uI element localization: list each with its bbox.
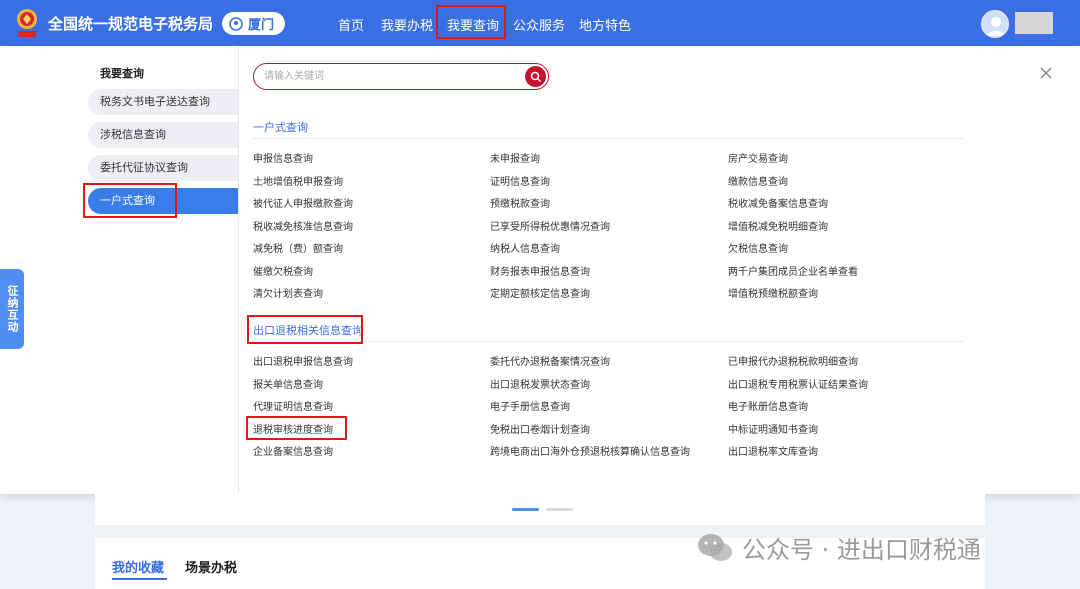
search-button[interactable] [525, 66, 546, 87]
link-arrears-reminder[interactable]: 催缴欠税查询 [253, 263, 313, 278]
link-fixed-quota[interactable]: 定期定额核定信息查询 [490, 285, 590, 300]
link-highlight-box [246, 416, 347, 440]
link-refund-invoice-status[interactable]: 出口退税发票状态查询 [490, 376, 590, 391]
link-exemption-approval[interactable]: 税收减免核准信息查询 [253, 218, 353, 233]
link-vat-prepaid-amount[interactable]: 增值税预缴税额查询 [728, 285, 818, 300]
category-tax-document-delivery[interactable]: 税务文书电子送达查询 [88, 89, 238, 115]
link-tax-arrears-info[interactable]: 欠税信息查询 [728, 240, 788, 255]
watermark-text: 公众号 · 进出口财税通 [742, 536, 981, 564]
link-agent-refund-filing[interactable]: 委托代办退税备案情况查询 [490, 353, 610, 368]
link-land-vat-declaration[interactable]: 土地增值税申报查询 [253, 173, 343, 188]
keyword-search [253, 63, 549, 90]
link-exemption-amount[interactable]: 减免税（费）额查询 [253, 240, 343, 255]
query-category-nav: 我要查询 税务文书电子送达查询 涉税信息查询 委托代征协议查询 一户式查询 [0, 46, 239, 494]
interaction-side-tab[interactable]: 征纳互动 [0, 269, 24, 349]
link-refund-ticket-auth[interactable]: 出口退税专用税票认证结果查询 [728, 376, 868, 391]
nav-local-features[interactable]: 地方特色 [579, 15, 631, 34]
location-pin-icon [229, 16, 243, 31]
query-mega-menu: 我要查询 税务文书电子送达查询 涉税信息查询 委托代征协议查询 一户式查询 一户… [0, 46, 1080, 494]
link-undeclared[interactable]: 未申报查询 [490, 150, 540, 165]
user-name-redacted[interactable] [1015, 12, 1053, 34]
section-title-one-account: 一户式查询 [253, 121, 308, 134]
link-e-account-book[interactable]: 电子账册信息查询 [728, 398, 808, 413]
link-property-transaction[interactable]: 房产交易查询 [728, 150, 788, 165]
tab-my-favorites[interactable]: 我的收藏 [112, 557, 164, 576]
active-tab-underline [112, 578, 167, 580]
link-prepaid-tax[interactable]: 预缴税款查询 [490, 195, 550, 210]
city-selector[interactable]: 厦门 [222, 12, 285, 35]
close-icon[interactable] [1039, 66, 1053, 80]
nav-home[interactable]: 首页 [338, 15, 364, 34]
nav-tax-handling[interactable]: 我要办税 [381, 15, 433, 34]
link-group-member-list[interactable]: 两千户集团成员企业名单查看 [728, 263, 858, 278]
link-cross-border-warehouse[interactable]: 跨境电商出口海外仓预退税核算确认信息查询 [490, 443, 690, 458]
link-financial-statement[interactable]: 财务报表申报信息查询 [490, 263, 590, 278]
category-entrusted-collection[interactable]: 委托代征协议查询 [88, 155, 238, 181]
tab-scenario-tax[interactable]: 场景办税 [185, 557, 237, 576]
link-certificate-info[interactable]: 证明信息查询 [490, 173, 550, 188]
link-customs-declaration[interactable]: 报关单信息查询 [253, 376, 323, 391]
top-bar: 全国统一规范电子税务局 厦门 首页 我要办税 我要查询 公众服务 地方特色 [0, 0, 1080, 46]
wechat-watermark: 公众号 · 进出口财税通 [696, 530, 981, 565]
link-agent-refund-detail[interactable]: 已申报代办退税税款明细查询 [728, 353, 858, 368]
link-vat-exemption-detail[interactable]: 增值税减免税明细查询 [728, 218, 828, 233]
link-tax-free-cigarette-plan[interactable]: 免税出口卷烟计划查询 [490, 421, 590, 436]
user-avatar[interactable] [981, 10, 1009, 38]
link-income-tax-preference[interactable]: 已享受所得税优惠情况查询 [490, 218, 610, 233]
link-export-refund-declaration[interactable]: 出口退税申报信息查询 [253, 353, 353, 368]
link-refund-rate-library[interactable]: 出口退税率文库查询 [728, 443, 818, 458]
nav-public-service[interactable]: 公众服务 [513, 15, 565, 34]
category-tax-info[interactable]: 涉税信息查询 [88, 122, 238, 148]
tax-emblem-logo[interactable] [14, 7, 40, 39]
link-bid-notice[interactable]: 中标证明通知书查询 [728, 421, 818, 436]
user-icon [987, 17, 1005, 36]
link-declaration-info[interactable]: 申报信息查询 [253, 150, 313, 165]
link-taxpayer-info[interactable]: 纳税人信息查询 [490, 240, 560, 255]
link-collected-payment[interactable]: 被代征人申报缴款查询 [253, 195, 353, 210]
section-highlight-box [247, 315, 363, 344]
link-e-handbook[interactable]: 电子手册信息查询 [490, 398, 570, 413]
wechat-icon [698, 533, 732, 561]
banner-card [95, 494, 985, 525]
link-agency-certificate[interactable]: 代理证明信息查询 [253, 398, 333, 413]
search-icon [530, 71, 541, 82]
search-input[interactable] [264, 68, 514, 85]
site-title[interactable]: 全国统一规范电子税务局 [48, 13, 213, 34]
link-arrears-plan[interactable]: 清欠计划表查询 [253, 285, 323, 300]
category-highlight-box [83, 183, 177, 218]
category-heading: 我要查询 [100, 67, 144, 80]
link-enterprise-filing[interactable]: 企业备案信息查询 [253, 443, 333, 458]
carousel-dot[interactable] [546, 508, 573, 511]
city-name: 厦门 [248, 18, 275, 33]
carousel-dot-active[interactable] [512, 508, 539, 511]
link-payment-info[interactable]: 缴款信息查询 [728, 173, 788, 188]
link-exemption-filing[interactable]: 税收减免备案信息查询 [728, 195, 828, 210]
nav-highlight-box [436, 5, 506, 39]
section-divider [253, 138, 963, 139]
